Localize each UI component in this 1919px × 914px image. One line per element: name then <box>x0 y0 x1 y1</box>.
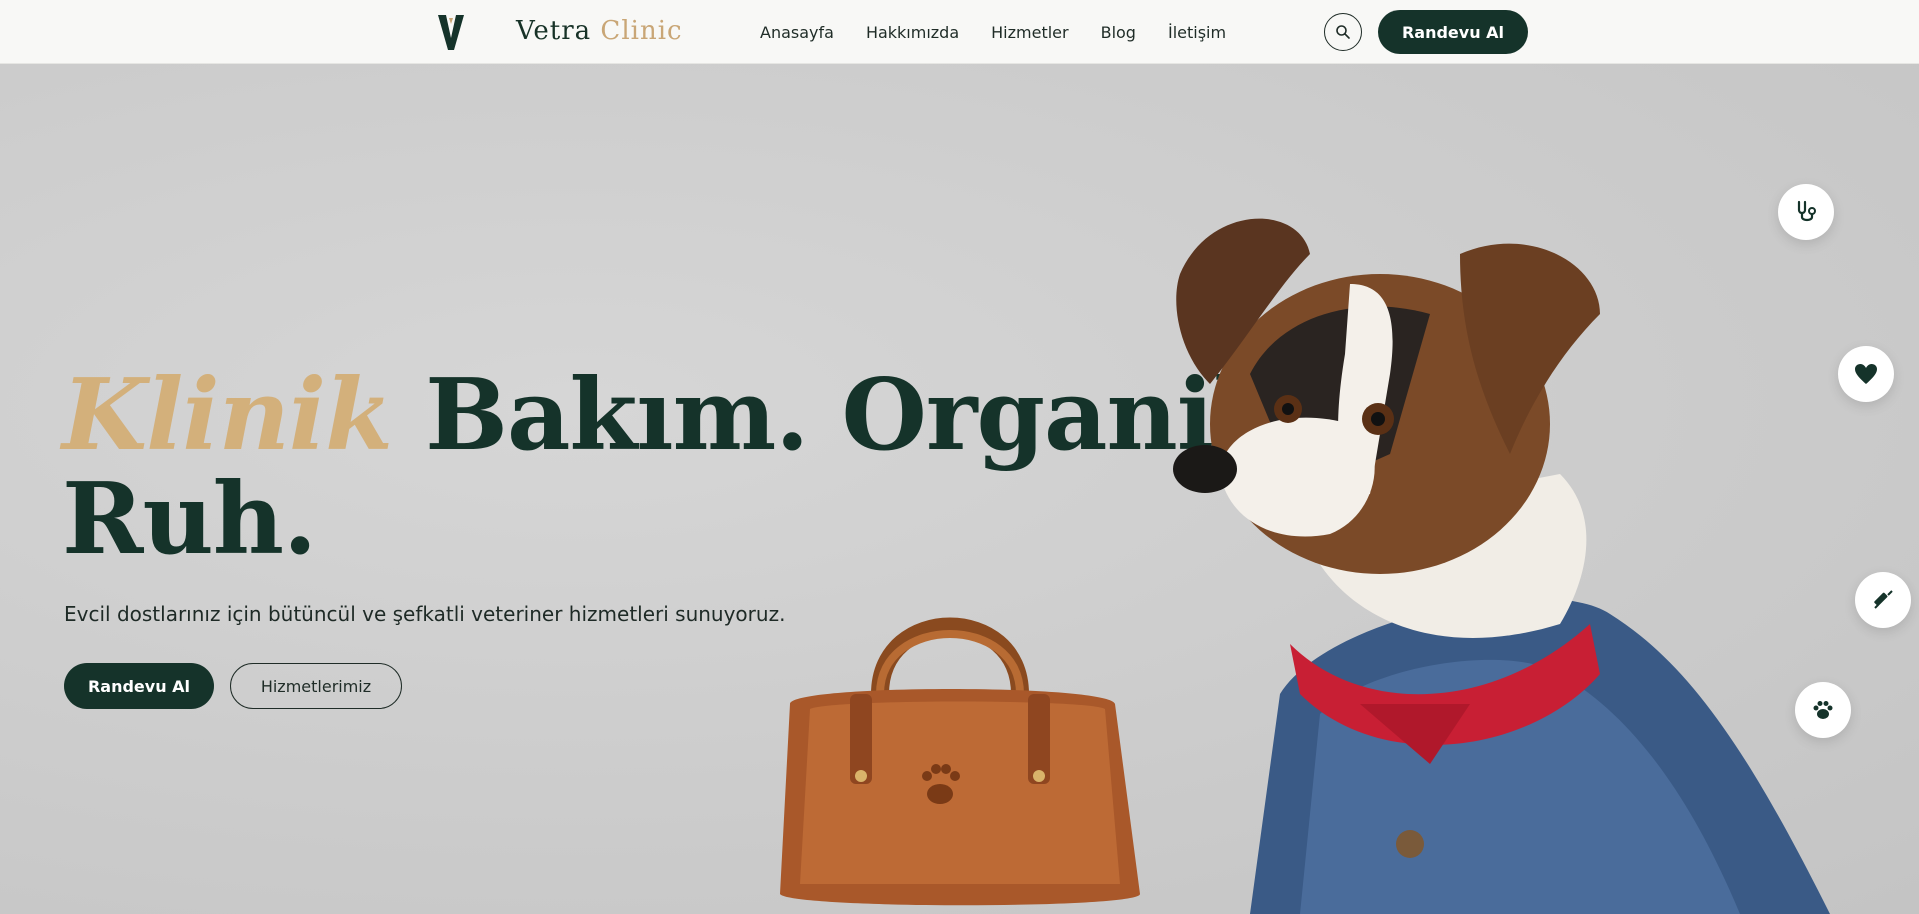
hero-subtitle: Evcil dostlarınız için bütüncül ve şefka… <box>64 602 786 626</box>
heart-button[interactable] <box>1838 346 1894 402</box>
hero-section: Klinik Bakım. Organik Ruh. Evcil dostlar… <box>0 64 1919 914</box>
syringe-button[interactable] <box>1855 572 1911 628</box>
nav-blog[interactable]: Blog <box>1101 23 1136 42</box>
stethoscope-button[interactable] <box>1778 184 1834 240</box>
brand-accent: Clinic <box>600 16 683 46</box>
hero-headline: Klinik Bakım. Organik Ruh. <box>62 364 1281 572</box>
dog-image <box>1173 218 1830 914</box>
logo-icon[interactable] <box>436 12 466 52</box>
brand-name[interactable]: Vetra Clinic <box>516 16 683 46</box>
headline-line2: Ruh. <box>62 462 317 577</box>
hero-services-button[interactable]: Hizmetlerimiz <box>230 663 402 709</box>
nav-contact[interactable]: İletişim <box>1168 23 1226 42</box>
heart-icon <box>1855 364 1877 384</box>
leather-bag-image <box>780 617 1140 906</box>
nav-services[interactable]: Hizmetler <box>991 23 1068 42</box>
header-appointment-button[interactable]: Randevu Al <box>1378 10 1528 54</box>
brand-primary: Vetra <box>516 16 592 46</box>
nav-home[interactable]: Anasayfa <box>760 23 834 42</box>
site-header: Vetra Clinic Anasayfa Hakkımızda Hizmetl… <box>0 0 1919 64</box>
search-icon <box>1336 25 1350 39</box>
search-button[interactable] <box>1324 13 1362 51</box>
main-nav: Anasayfa Hakkımızda Hizmetler Blog İleti… <box>760 0 1226 64</box>
headline-accent: Klinik <box>62 358 393 473</box>
stethoscope-icon <box>1797 200 1816 222</box>
hero-appointment-button[interactable]: Randevu Al <box>64 663 214 709</box>
paw-icon <box>1813 701 1833 719</box>
syringe-icon <box>1874 590 1893 609</box>
paw-button[interactable] <box>1795 682 1851 738</box>
nav-about[interactable]: Hakkımızda <box>866 23 959 42</box>
